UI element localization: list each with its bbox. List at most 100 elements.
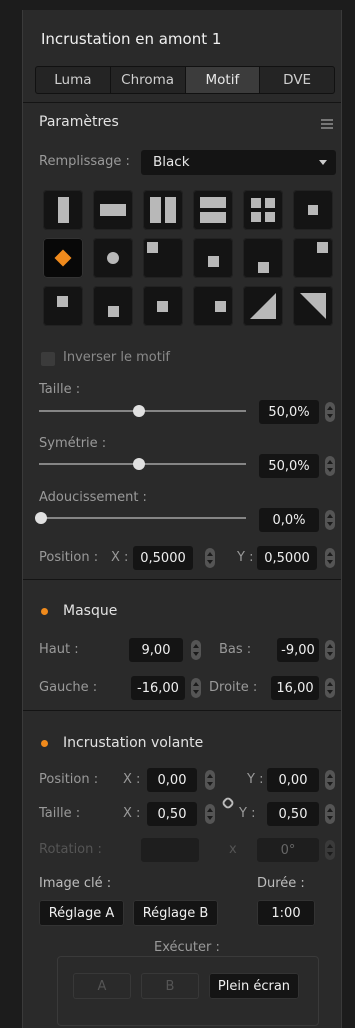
position-label: Position :	[39, 550, 99, 565]
mask-bottom-label: Bas :	[219, 642, 252, 657]
symmetry-stepper-icon[interactable]	[325, 456, 335, 476]
mask-right-label: Droite :	[209, 680, 258, 695]
upstream-key-panel: Incrustation en amont 1 Luma Chroma Moti…	[22, 10, 342, 1028]
position-x-field[interactable]: 0,5000	[133, 546, 193, 570]
mask-bottom-field[interactable]: -9,00	[277, 638, 319, 662]
menu-icon[interactable]	[321, 119, 333, 129]
set-a-button[interactable]: Réglage A	[39, 900, 124, 926]
pattern-top-left-diagonal-button[interactable]	[243, 286, 283, 326]
pattern-horizontal-barn-door-button[interactable]	[143, 190, 183, 230]
run-a-button[interactable]: A	[73, 973, 131, 999]
flying-size-x-label: X :	[123, 806, 141, 821]
mask-enabled-indicator[interactable]	[41, 608, 48, 615]
position-y-label: Y :	[237, 550, 254, 565]
mask-left-label: Gauche :	[39, 680, 98, 695]
symmetry-slider-knob[interactable]	[132, 458, 145, 470]
softness-label: Adoucissement :	[39, 490, 147, 505]
mask-bottom-stepper-icon[interactable]	[325, 640, 335, 660]
flying-position-label: Position :	[39, 772, 99, 787]
pattern-top-right-diagonal-button[interactable]	[293, 286, 333, 326]
pattern-corners-in-button[interactable]	[243, 190, 283, 230]
tab-pattern[interactable]: Motif	[185, 67, 261, 93]
pattern-diamond-button[interactable]	[43, 238, 83, 278]
set-b-button[interactable]: Réglage B	[133, 900, 218, 926]
symmetry-value-field[interactable]: 50,0%	[259, 454, 319, 478]
fill-dropdown[interactable]: Black	[141, 150, 336, 175]
diagonal-icon	[250, 293, 276, 319]
position-x-stepper-icon[interactable]	[205, 548, 215, 568]
pattern-center-box-button[interactable]	[43, 286, 83, 326]
run-fullscreen-button[interactable]: Plein écran	[209, 973, 299, 999]
mask-right-field[interactable]: 16,00	[271, 676, 319, 700]
softness-slider-track[interactable]	[39, 517, 246, 519]
pattern-grid	[43, 190, 333, 326]
flying-position-y-stepper-icon[interactable]	[325, 770, 335, 790]
pattern-left-center-box-button[interactable]	[293, 238, 333, 278]
pattern-bottom-center-box-button[interactable]	[193, 286, 233, 326]
flying-rotation-x-label: x	[229, 842, 237, 857]
keyframe-label: Image clé :	[39, 876, 112, 891]
chevron-down-icon	[319, 160, 327, 165]
size-value-field[interactable]: 50,0%	[259, 400, 319, 424]
symmetry-label: Symétrie :	[39, 436, 107, 451]
size-slider-knob[interactable]	[132, 405, 145, 417]
run-b-button[interactable]: B	[141, 973, 199, 999]
run-label: Exécuter :	[154, 940, 220, 955]
parameters-header: Paramètres	[39, 114, 119, 130]
link-icon[interactable]	[220, 795, 236, 811]
mask-left-stepper-icon[interactable]	[191, 678, 201, 698]
pattern-box-button[interactable]	[293, 190, 333, 230]
size-label: Taille :	[39, 382, 81, 397]
mask-right-stepper-icon[interactable]	[325, 678, 335, 698]
flying-size-x-stepper-icon[interactable]	[205, 804, 215, 824]
pattern-vertical-barn-door-button[interactable]	[193, 190, 233, 230]
flying-size-label: Taille :	[39, 806, 81, 821]
pattern-right-center-box-button[interactable]	[93, 286, 133, 326]
section-divider	[23, 579, 341, 580]
flying-position-x-field[interactable]: 0,00	[147, 768, 197, 792]
pattern-bottom-left-box-button[interactable]	[143, 286, 183, 326]
diamond-icon	[54, 249, 72, 267]
key-type-tabs: Luma Chroma Motif DVE	[35, 66, 335, 94]
pattern-top-right-box-button[interactable]	[243, 238, 283, 278]
flying-key-header: Incrustation volante	[63, 735, 204, 751]
flying-size-y-stepper-icon[interactable]	[325, 804, 335, 824]
tab-luma[interactable]: Luma	[36, 67, 111, 93]
flying-size-y-label: Y :	[239, 806, 256, 821]
tab-chroma[interactable]: Chroma	[111, 67, 186, 93]
flying-key-enabled-indicator[interactable]	[41, 740, 48, 747]
position-x-label: X :	[111, 550, 129, 565]
tab-dve[interactable]: DVE	[260, 67, 334, 93]
flying-rotation-field: 0°	[257, 838, 319, 862]
mask-header: Masque	[63, 603, 118, 619]
position-y-field[interactable]: 0,5000	[257, 546, 317, 570]
size-stepper-icon[interactable]	[325, 402, 335, 422]
mask-top-label: Haut :	[39, 642, 79, 657]
fill-label: Remplissage :	[39, 154, 130, 169]
softness-slider-knob[interactable]	[35, 512, 47, 524]
diagonal-icon	[300, 293, 326, 319]
pattern-circle-button[interactable]	[93, 238, 133, 278]
position-y-stepper-icon[interactable]	[325, 548, 335, 568]
flying-position-x-label: X :	[123, 772, 141, 787]
mask-top-stepper-icon[interactable]	[191, 640, 201, 660]
flying-position-x-stepper-icon[interactable]	[205, 770, 215, 790]
section-divider	[23, 102, 341, 103]
invert-pattern-checkbox[interactable]	[41, 352, 55, 366]
duration-field[interactable]: 1:00	[257, 900, 315, 926]
flying-position-y-label: Y :	[247, 772, 264, 787]
flying-size-y-field[interactable]: 0,50	[267, 802, 319, 826]
pattern-vertical-bar-button[interactable]	[93, 190, 133, 230]
flying-position-y-field[interactable]: 0,00	[267, 768, 319, 792]
softness-stepper-icon[interactable]	[325, 510, 335, 530]
pattern-horizontal-bar-button[interactable]	[43, 190, 83, 230]
flying-rotation-stepper-icon	[325, 840, 335, 860]
mask-top-field[interactable]: 9,00	[129, 638, 183, 662]
pattern-top-center-box-button[interactable]	[193, 238, 233, 278]
mask-left-field[interactable]: -16,00	[131, 676, 185, 700]
flying-size-x-field[interactable]: 0,50	[147, 802, 197, 826]
softness-value-field[interactable]: 0,0%	[259, 508, 319, 532]
pattern-top-left-box-button[interactable]	[143, 238, 183, 278]
section-divider	[23, 710, 341, 711]
invert-pattern-label: Inverser le motif	[63, 350, 171, 365]
